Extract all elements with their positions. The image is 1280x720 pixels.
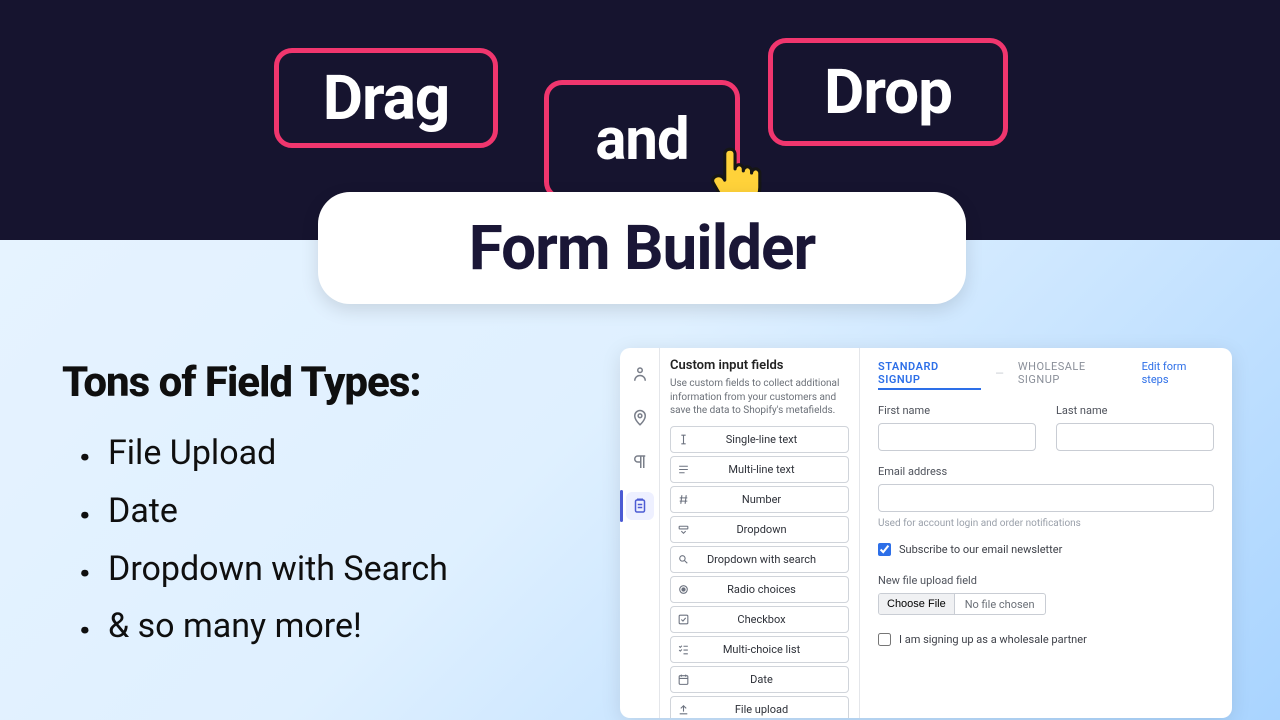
multiline-icon [671, 463, 695, 476]
edit-form-steps-link[interactable]: Edit form steps [1142, 360, 1214, 386]
search-icon [671, 553, 695, 566]
field-type-radio[interactable]: Radio choices [670, 576, 849, 603]
first-name-input[interactable] [878, 423, 1036, 451]
hero-box-drag: Drag [274, 48, 498, 148]
side-rail [620, 348, 660, 718]
field-type-single-line[interactable]: Single-line text [670, 426, 849, 453]
field-type-multichoice[interactable]: Multi-choice list [670, 636, 849, 663]
first-name-label: First name [878, 404, 1036, 417]
field-type-date[interactable]: Date [670, 666, 849, 693]
tab-standard-signup[interactable]: STANDARD SIGNUP [878, 360, 981, 386]
email-input[interactable] [878, 484, 1214, 512]
hero-box-drop: Drop [768, 38, 1008, 146]
field-type-checkbox[interactable]: Checkbox [670, 606, 849, 633]
person-icon[interactable] [626, 360, 654, 388]
field-type-multi-line[interactable]: Multi-line text [670, 456, 849, 483]
wholesale-row[interactable]: I am signing up as a wholesale partner [878, 633, 1214, 646]
hero-text-form-builder: Form Builder [469, 212, 815, 285]
field-type-label: Dropdown [695, 523, 848, 536]
field-types-item: Dropdown with Search [108, 541, 602, 599]
radio-icon [671, 583, 695, 596]
field-type-label: Multi-line text [695, 463, 848, 476]
hero-text-drop: Drop [824, 56, 952, 129]
field-types-list: File Upload Date Dropdown with Search & … [62, 425, 602, 656]
hash-icon [671, 493, 695, 506]
tab-separator: — [995, 367, 1004, 380]
field-type-label: Single-line text [695, 433, 848, 446]
wholesale-label: I am signing up as a wholesale partner [899, 633, 1087, 646]
field-type-number[interactable]: Number [670, 486, 849, 513]
choose-file-button[interactable]: Choose File [879, 594, 955, 614]
custom-fields-title: Custom input fields [670, 358, 849, 373]
field-type-label: File upload [695, 703, 848, 716]
dropdown-icon [671, 523, 695, 536]
field-type-dropdown[interactable]: Dropdown [670, 516, 849, 543]
file-upload-control[interactable]: Choose File No file chosen [878, 593, 1046, 615]
no-file-text: No file chosen [955, 598, 1045, 611]
field-type-label: Number [695, 493, 848, 506]
clipboard-icon[interactable] [626, 492, 654, 520]
subscribe-checkbox[interactable] [878, 543, 891, 556]
custom-fields-desc: Use custom fields to collect additional … [670, 377, 849, 418]
field-types-block: Tons of Field Types: File Upload Date Dr… [62, 358, 602, 656]
form-preview: STANDARD SIGNUP — WHOLESALE SIGNUP Edit … [860, 348, 1232, 718]
field-type-dropdown-search[interactable]: Dropdown with search [670, 546, 849, 573]
field-types-sidebar: Custom input fields Use custom fields to… [660, 348, 860, 718]
app-panel: Custom input fields Use custom fields to… [620, 348, 1232, 718]
text-cursor-icon [671, 433, 695, 446]
email-helper-text: Used for account login and order notific… [878, 518, 1214, 529]
location-icon[interactable] [626, 404, 654, 432]
wholesale-checkbox[interactable] [878, 633, 891, 646]
paragraph-icon[interactable] [626, 448, 654, 476]
file-upload-label: New file upload field [878, 574, 1214, 587]
last-name-label: Last name [1056, 404, 1214, 417]
email-label: Email address [878, 465, 1214, 478]
list-check-icon [671, 643, 695, 656]
field-types-heading: Tons of Field Types: [62, 358, 602, 407]
subscribe-label: Subscribe to our email newsletter [899, 543, 1062, 556]
subscribe-row[interactable]: Subscribe to our email newsletter [878, 543, 1214, 556]
field-types-item: Date [108, 483, 602, 541]
field-types-item: File Upload [108, 425, 602, 483]
field-type-label: Date [695, 673, 848, 686]
tab-wholesale-signup[interactable]: WHOLESALE SIGNUP [1018, 360, 1128, 386]
field-types-item: & so many more! [108, 598, 602, 656]
hero-text-drag: Drag [323, 62, 450, 135]
last-name-input[interactable] [1056, 423, 1214, 451]
checkbox-icon [671, 613, 695, 626]
field-type-label: Dropdown with search [695, 553, 848, 566]
calendar-icon [671, 673, 695, 686]
field-type-label: Multi-choice list [695, 643, 848, 656]
field-type-label: Radio choices [695, 583, 848, 596]
hero-pill-form-builder: Form Builder [318, 192, 966, 304]
upload-icon [671, 703, 695, 716]
page-root: Drag and Drop Form Builder Tons of Field… [0, 0, 1280, 720]
field-type-label: Checkbox [695, 613, 848, 626]
hero-text-and: and [595, 106, 688, 174]
field-type-file-upload[interactable]: File upload [670, 696, 849, 719]
tabs-row: STANDARD SIGNUP — WHOLESALE SIGNUP Edit … [878, 360, 1214, 386]
